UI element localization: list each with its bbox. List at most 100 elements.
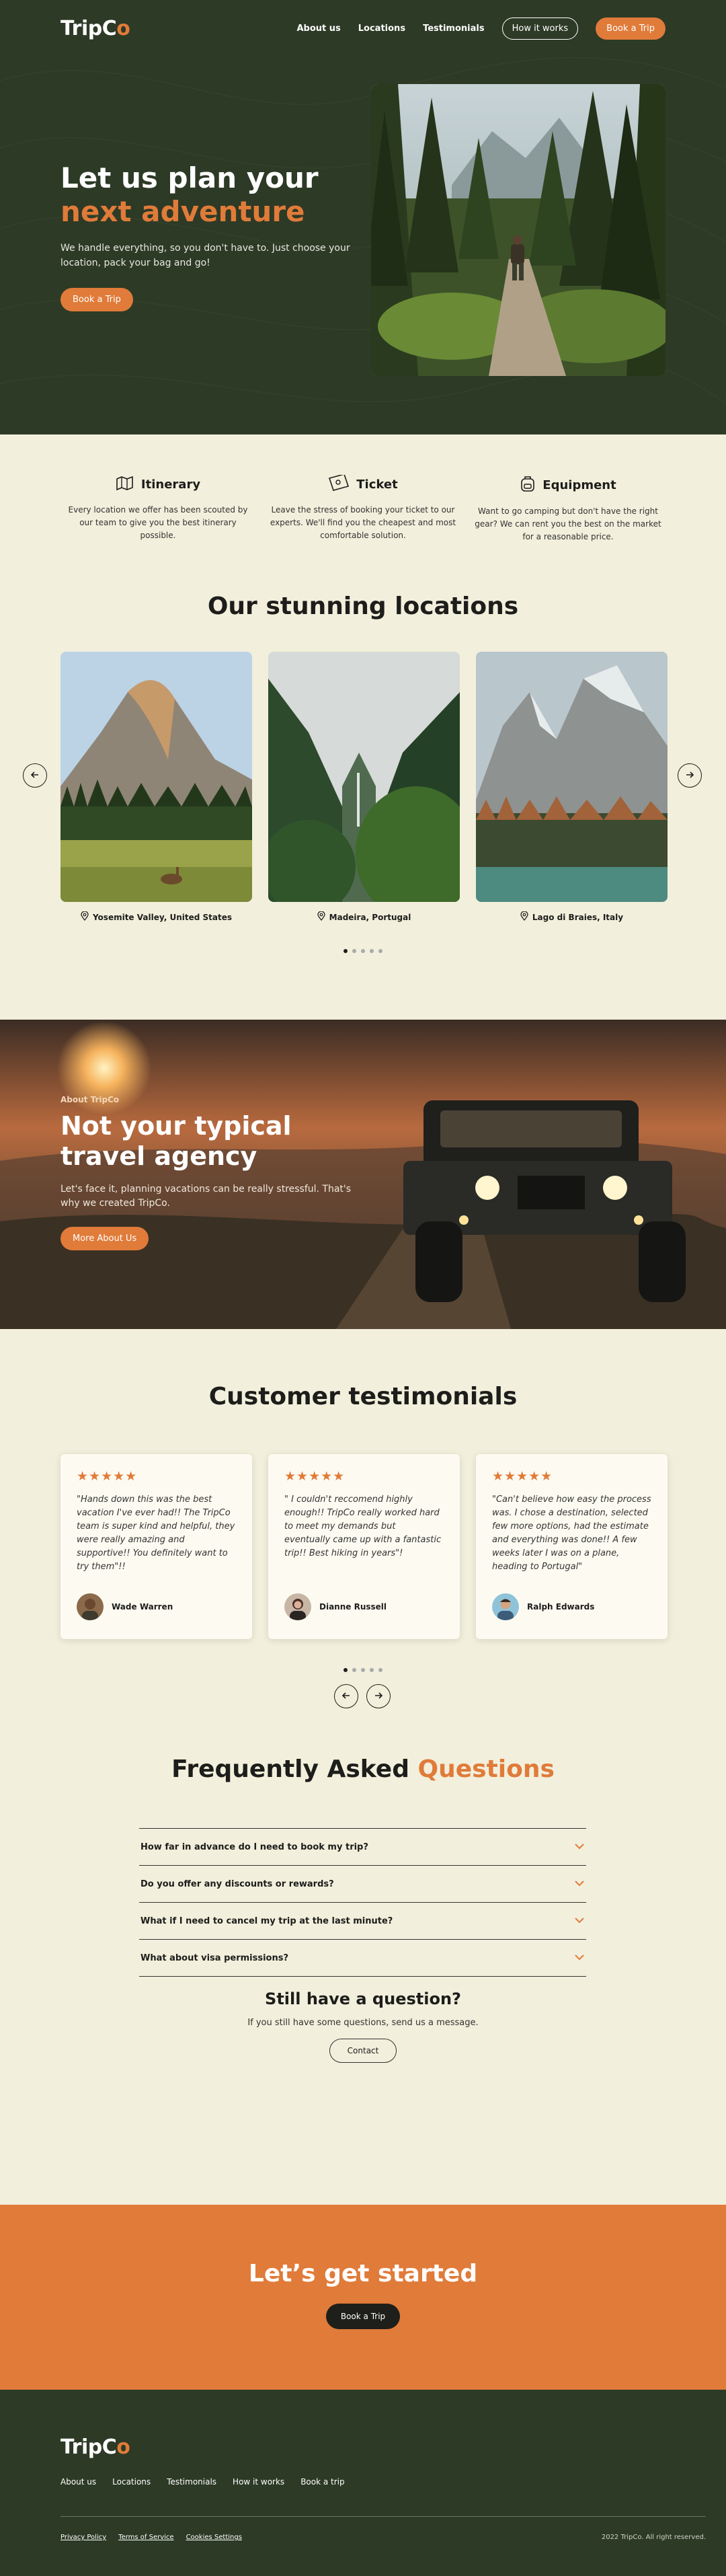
footer-link-how-it-works[interactable]: How it works <box>233 2477 284 2487</box>
testimonial-quote: " I couldn't reccomend highly enough!! T… <box>284 1494 442 1558</box>
feature-title: Itinerary <box>61 475 255 494</box>
testimonial-quote: "Hands down this was the best vacation I… <box>77 1494 235 1572</box>
avatar <box>77 1593 104 1620</box>
footer-logo[interactable]: TripC o <box>61 2435 130 2459</box>
cta-book-trip-button[interactable]: Book a Trip <box>325 2304 401 2329</box>
yosemite-photo <box>61 652 252 902</box>
feature-title: Equipment <box>471 475 666 496</box>
footer-link-book-trip[interactable]: Book a trip <box>300 2477 344 2487</box>
arrow-left-icon <box>30 770 40 782</box>
carousel-dot[interactable] <box>378 949 382 953</box>
privacy-policy-link[interactable]: Privacy Policy <box>61 2534 106 2541</box>
star-rating-icon: ★★★★★ <box>492 1469 553 1484</box>
faq-item[interactable]: Do you offer any discounts or rewards? <box>139 1866 586 1903</box>
locations-prev-button[interactable] <box>23 763 47 788</box>
carousel-dot[interactable] <box>344 1668 348 1672</box>
copyright: 2022 TripCo. All right reserved. <box>601 2534 706 2541</box>
feature-text: Want to go camping but don't have the ri… <box>475 506 661 541</box>
hero-book-trip-button[interactable]: Book a Trip <box>61 288 133 311</box>
arrow-right-icon <box>374 1691 383 1702</box>
cookies-settings-link[interactable]: Cookies Settings <box>186 2534 242 2541</box>
testimonial-author: Ralph Edwards <box>492 1593 594 1620</box>
avatar <box>492 1593 519 1620</box>
carousel-dot[interactable] <box>344 949 348 953</box>
chevron-down-icon <box>574 1916 585 1926</box>
footer-link-about[interactable]: About us <box>61 2477 96 2487</box>
cta-title: Let’s get started <box>248 2260 478 2287</box>
top-nav: TripC o About us Locations Testimonials H… <box>61 12 666 44</box>
hero-section: TripC o About us Locations Testimonials H… <box>0 0 726 434</box>
location-label: Lago di Braies, Italy <box>476 911 668 923</box>
still-have-question: Still have a question? If you still have… <box>0 1990 726 2063</box>
feature-itinerary: Itinerary Every location we offer has be… <box>61 475 255 572</box>
hero-hiker-photo <box>371 84 666 376</box>
location-card[interactable]: Lago di Braies, Italy <box>476 652 668 923</box>
carousel-dot[interactable] <box>352 949 356 953</box>
arrow-left-icon <box>341 1691 351 1702</box>
ticket-icon <box>328 473 350 494</box>
arrow-right-icon <box>685 770 694 782</box>
how-it-works-button[interactable]: How it works <box>501 17 579 40</box>
carousel-dot[interactable] <box>352 1668 356 1672</box>
feature-title: Ticket <box>266 473 460 494</box>
footer-link-locations[interactable]: Locations <box>112 2477 151 2487</box>
about-section: About TripCo Not your typical travel age… <box>0 1020 726 1329</box>
chevron-down-icon <box>574 1842 585 1852</box>
logo-accent: o <box>116 16 130 40</box>
testimonial-cards: ★★★★★ "Hands down this was the best vaca… <box>61 1454 668 1639</box>
faq-list: How far in advance do I need to book my … <box>139 1828 586 1977</box>
hero-title-plain: Let us plan your <box>61 161 319 194</box>
terms-link[interactable]: Terms of Service <box>118 2534 173 2541</box>
nav-link-locations[interactable]: Locations <box>358 24 405 34</box>
testimonial-quote: "Can't believe how easy the process was.… <box>492 1494 651 1572</box>
backpack-icon <box>520 475 536 496</box>
carousel-dot[interactable] <box>361 949 365 953</box>
faq-item[interactable]: How far in advance do I need to book my … <box>139 1829 586 1866</box>
locations-section: Our stunning locations Yosemite Valley, … <box>0 572 726 1020</box>
testimonials-next-button[interactable] <box>366 1684 391 1708</box>
feature-ticket: Ticket Leave the stress of booking your … <box>266 473 460 572</box>
features-section: Itinerary Every location we offer has be… <box>0 434 726 572</box>
location-card[interactable]: Yosemite Valley, United States <box>61 652 252 923</box>
location-card[interactable]: Madeira, Portugal <box>268 652 460 923</box>
logo[interactable]: TripC o <box>61 17 130 40</box>
locations-next-button[interactable] <box>678 763 702 788</box>
hero-title-accent: next adventure <box>61 195 305 228</box>
testimonial-author: Wade Warren <box>77 1593 173 1620</box>
nav-book-trip-button[interactable]: Book a Trip <box>596 17 666 40</box>
carousel-dot[interactable] <box>370 949 374 953</box>
testimonials-prev-button[interactable] <box>334 1684 358 1708</box>
hero-title: Let us plan your next adventure <box>61 161 356 229</box>
more-about-us-button[interactable]: More About Us <box>61 1227 149 1250</box>
feature-text: Leave the stress of booking your ticket … <box>270 505 456 540</box>
faq-item[interactable]: What about visa permissions? <box>139 1940 586 1977</box>
pin-icon <box>317 911 325 923</box>
footer-legal-links: Privacy Policy Terms of Service Cookies … <box>61 2534 242 2541</box>
footer-divider <box>61 2516 706 2517</box>
location-label: Yosemite Valley, United States <box>61 911 252 923</box>
footer-link-testimonials[interactable]: Testimonials <box>167 2477 216 2487</box>
chevron-down-icon <box>574 1879 585 1889</box>
testimonials-carousel-dots <box>0 1668 726 1672</box>
about-description: Let's face it, planning vacations can be… <box>61 1184 352 1209</box>
testimonial-card: ★★★★★ " I couldn't reccomend highly enou… <box>268 1454 460 1639</box>
testimonial-author: Dianne Russell <box>284 1593 387 1620</box>
contact-button[interactable]: Contact <box>329 2039 397 2063</box>
hero-subtitle: We handle everything, so you don't have … <box>61 243 350 268</box>
carousel-dot[interactable] <box>370 1668 374 1672</box>
chevron-down-icon <box>574 1953 585 1963</box>
testimonials-title: Customer testimonials <box>208 1383 518 1410</box>
carousel-dot[interactable] <box>378 1668 382 1672</box>
pin-icon <box>520 911 528 923</box>
about-text: About TripCo Not your typical travel age… <box>61 1095 370 1250</box>
logo-text: TripC <box>61 16 117 40</box>
cta-section: Let’s get started Book a Trip <box>0 2205 726 2390</box>
footer: TripC o About us Locations Testimonials H… <box>0 2390 726 2576</box>
star-rating-icon: ★★★★★ <box>284 1469 346 1484</box>
nav-link-about[interactable]: About us <box>296 24 340 34</box>
nav-links: About us Locations Testimonials How it w… <box>296 17 666 40</box>
faq-item[interactable]: What if I need to cancel my trip at the … <box>139 1903 586 1940</box>
nav-link-testimonials[interactable]: Testimonials <box>423 24 485 34</box>
carousel-dot[interactable] <box>361 1668 365 1672</box>
feature-text: Every location we offer has been scouted… <box>68 505 248 540</box>
